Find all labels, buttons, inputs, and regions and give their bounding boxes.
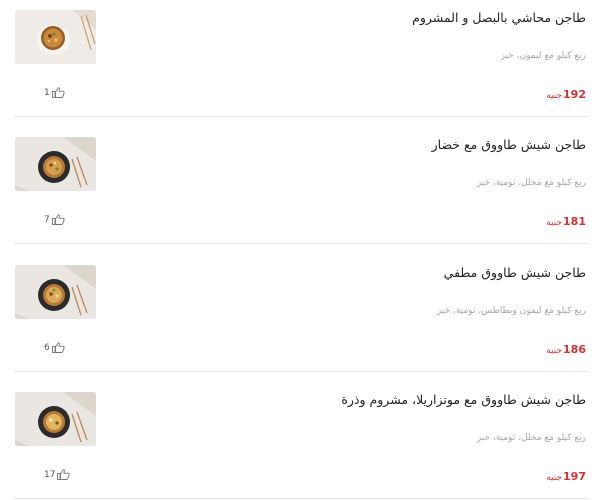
item-title[interactable]: طاجن محاشي بالبصل و المشروم: [412, 10, 586, 25]
list-item[interactable]: طاجن شيش طاووق مطفي ربع كيلو مع ليمون وب…: [0, 245, 600, 372]
like-count: 6: [44, 342, 50, 353]
thumbs-up-icon: [57, 469, 71, 480]
dish-image[interactable]: [15, 392, 96, 446]
tagine-dish-photo-icon: [15, 265, 96, 319]
divider: [14, 243, 588, 244]
thumbs-up-icon: [51, 342, 65, 353]
price-currency: جنيه: [546, 218, 563, 228]
like-button[interactable]: 6: [44, 342, 65, 353]
item-price: 181جنيه: [546, 215, 586, 228]
list-item[interactable]: طاجن محاشي بالبصل و المشروم ربع كيلو مع …: [0, 0, 600, 117]
list-item[interactable]: طاجن شيش طاووق مع موتزاريلا، مشروم وذرة …: [0, 372, 600, 499]
like-count: 1: [44, 87, 50, 98]
price-value: 181: [563, 215, 586, 228]
price-value: 192: [563, 88, 586, 101]
item-price: 186جنيه: [546, 343, 586, 356]
tagine-dish-photo-icon: [15, 10, 96, 64]
thumbs-up-icon: [51, 214, 65, 225]
item-price: 197جنيه: [546, 470, 586, 483]
tagine-dish-photo-icon: [15, 137, 96, 191]
like-button[interactable]: 7: [44, 214, 65, 225]
item-description: ربع كيلو مع ليمون، خبز: [500, 51, 586, 61]
item-title[interactable]: طاجن شيش طاووق مطفي: [444, 265, 586, 280]
item-title[interactable]: طاجن شيش طاووق مع خضار: [432, 137, 586, 152]
like-count: 7: [44, 214, 50, 225]
dish-image[interactable]: [15, 10, 96, 64]
item-title[interactable]: طاجن شيش طاووق مع موتزاريلا، مشروم وذرة: [341, 392, 586, 407]
divider: [14, 498, 588, 499]
price-currency: جنيه: [546, 473, 563, 483]
price-currency: جنيه: [546, 346, 563, 356]
dish-image[interactable]: [15, 265, 96, 319]
menu-list: طاجن محاشي بالبصل و المشروم ربع كيلو مع …: [0, 0, 600, 500]
like-button[interactable]: 17: [44, 469, 71, 480]
item-description: ربع كيلو مع مخلل، ثومية، خبز: [476, 433, 586, 443]
item-price: 192جنيه: [546, 88, 586, 101]
tagine-dish-photo-icon: [15, 392, 96, 446]
price-currency: جنيه: [546, 91, 563, 101]
thumbs-up-icon: [51, 87, 65, 98]
dish-image[interactable]: [15, 137, 96, 191]
price-value: 197: [563, 470, 586, 483]
price-value: 186: [563, 343, 586, 356]
item-description: ربع كيلو مع مخلل، ثومية، خبز: [476, 178, 586, 188]
list-item[interactable]: طاجن شيش طاووق مع خضار ربع كيلو مع مخلل،…: [0, 117, 600, 244]
like-count: 17: [44, 469, 56, 480]
like-button[interactable]: 1: [44, 87, 65, 98]
item-description: ربع كيلو مع ليمون وبطاطس، ثومية، خبز: [436, 306, 586, 316]
